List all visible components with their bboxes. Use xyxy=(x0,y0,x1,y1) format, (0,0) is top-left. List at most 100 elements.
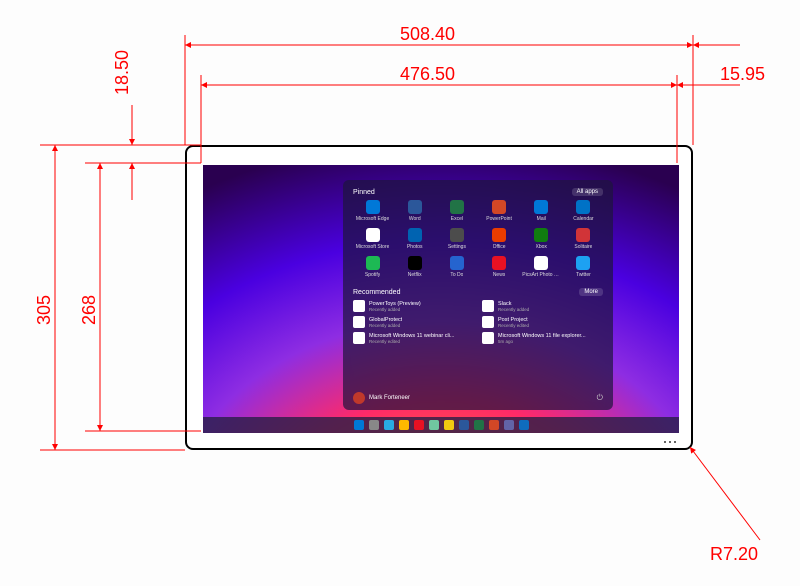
app-tile[interactable]: Microsoft Store xyxy=(353,228,392,250)
app-label: Twitter xyxy=(576,272,591,278)
all-apps-button[interactable]: All apps xyxy=(572,188,603,196)
app-icon xyxy=(450,256,464,270)
recommended-subtitle: Recently added xyxy=(369,307,421,312)
app-icon xyxy=(366,228,380,242)
app-tile[interactable]: PowerPoint xyxy=(480,200,519,222)
user-row[interactable]: Mark Forteneer ⏻ xyxy=(353,392,603,404)
taskbar-icon[interactable] xyxy=(384,420,394,430)
tablet-frame: Pinned All apps Microsoft Edge Word Excel P… xyxy=(185,145,693,450)
app-icon xyxy=(408,256,422,270)
more-button[interactable]: More xyxy=(579,288,603,296)
app-label: Microsoft Store xyxy=(356,244,390,250)
app-icon xyxy=(576,200,590,214)
app-label: Xbox xyxy=(536,244,547,250)
camera-dots xyxy=(664,441,676,443)
app-tile[interactable]: Xbox xyxy=(522,228,561,250)
dim-bezel-top: 18.50 xyxy=(112,50,132,95)
app-label: News xyxy=(493,272,506,278)
taskbar-icon[interactable] xyxy=(459,420,469,430)
app-icon xyxy=(408,200,422,214)
app-tile[interactable]: Microsoft Edge xyxy=(353,200,392,222)
taskbar-icon[interactable] xyxy=(519,420,529,430)
app-icon xyxy=(492,256,506,270)
recommended-item[interactable]: GlobalProtectRecently added xyxy=(353,316,474,328)
app-tile[interactable]: Mail xyxy=(522,200,561,222)
user-avatar-icon xyxy=(353,392,365,404)
recommended-item[interactable]: PowerToys (Preview)Recently added xyxy=(353,300,474,312)
app-label: Photos xyxy=(407,244,423,250)
recommended-item[interactable]: Microsoft Windows 11 webinar cli...Recen… xyxy=(353,332,474,344)
app-tile[interactable]: To Do xyxy=(437,256,476,278)
dim-width-outer: 508.40 xyxy=(400,24,455,44)
taskbar-icon[interactable] xyxy=(489,420,499,430)
app-icon xyxy=(534,256,548,270)
recommended-subtitle: Recently edited xyxy=(369,339,454,344)
app-label: Excel xyxy=(451,216,463,222)
file-icon xyxy=(353,300,365,312)
file-icon xyxy=(353,316,365,328)
app-tile[interactable]: PicsArt Photo Studio: Collage xyxy=(522,256,561,278)
taskbar-icon[interactable] xyxy=(369,420,379,430)
display-screen: Pinned All apps Microsoft Edge Word Excel P… xyxy=(203,165,679,433)
app-tile[interactable]: Excel xyxy=(437,200,476,222)
file-icon xyxy=(482,316,494,328)
taskbar[interactable] xyxy=(203,417,679,433)
recommended-item[interactable]: Post ProjectRecently edited xyxy=(482,316,603,328)
user-name: Mark Forteneer xyxy=(369,395,410,401)
taskbar-icon[interactable] xyxy=(399,420,409,430)
app-icon xyxy=(366,200,380,214)
recommended-list: PowerToys (Preview)Recently added SlackRe… xyxy=(353,300,603,344)
app-label: Calendar xyxy=(573,216,593,222)
app-icon xyxy=(576,256,590,270)
power-icon[interactable]: ⏻ xyxy=(597,393,603,403)
taskbar-icon[interactable] xyxy=(474,420,484,430)
recommended-subtitle: Recently added xyxy=(369,323,402,328)
app-label: PicsArt Photo Studio: Collage xyxy=(522,272,560,278)
app-icon xyxy=(534,228,548,242)
app-icon xyxy=(534,200,548,214)
file-icon xyxy=(482,300,494,312)
app-label: Solitaire xyxy=(574,244,592,250)
app-tile[interactable]: Calendar xyxy=(564,200,603,222)
app-label: PowerPoint xyxy=(486,216,512,222)
app-icon xyxy=(576,228,590,242)
taskbar-icon[interactable] xyxy=(444,420,454,430)
app-tile[interactable]: Spotify xyxy=(353,256,392,278)
app-tile[interactable]: Word xyxy=(395,200,434,222)
pinned-header-row: Pinned All apps xyxy=(353,188,603,196)
taskbar-icon[interactable] xyxy=(414,420,424,430)
dim-bezel-side: 15.95 xyxy=(720,64,765,84)
recommended-label: Recommended xyxy=(353,289,400,296)
app-tile[interactable]: Netflix xyxy=(395,256,434,278)
pinned-apps-grid: Microsoft Edge Word Excel PowerPoint Mail Cal… xyxy=(353,200,603,278)
dim-height-inner: 268 xyxy=(79,295,99,325)
app-label: Spotify xyxy=(365,272,380,278)
dim-height-outer: 305 xyxy=(34,295,54,325)
recommended-header-row: Recommended More xyxy=(353,288,603,296)
recommended-subtitle: 5m ago xyxy=(498,339,586,344)
app-label: Settings xyxy=(448,244,466,250)
taskbar-icon[interactable] xyxy=(354,420,364,430)
app-tile[interactable]: Settings xyxy=(437,228,476,250)
app-tile[interactable]: News xyxy=(480,256,519,278)
recommended-item[interactable]: SlackRecently added xyxy=(482,300,603,312)
dim-corner-radius: R7.20 xyxy=(710,544,758,564)
app-label: Mail xyxy=(537,216,546,222)
taskbar-icon[interactable] xyxy=(504,420,514,430)
app-label: Office xyxy=(493,244,506,250)
pinned-label: Pinned xyxy=(353,189,375,196)
app-tile[interactable]: Solitaire xyxy=(564,228,603,250)
dim-width-inner: 476.50 xyxy=(400,64,455,84)
taskbar-icon[interactable] xyxy=(429,420,439,430)
app-label: Word xyxy=(409,216,421,222)
file-icon xyxy=(482,332,494,344)
app-label: Microsoft Edge xyxy=(356,216,389,222)
app-icon xyxy=(450,228,464,242)
app-tile[interactable]: Office xyxy=(480,228,519,250)
app-tile[interactable]: Photos xyxy=(395,228,434,250)
app-tile[interactable]: Twitter xyxy=(564,256,603,278)
start-menu[interactable]: Pinned All apps Microsoft Edge Word Excel P… xyxy=(343,180,613,410)
app-icon xyxy=(366,256,380,270)
recommended-subtitle: Recently edited xyxy=(498,323,529,328)
recommended-item[interactable]: Microsoft Windows 11 file explorer...5m … xyxy=(482,332,603,344)
